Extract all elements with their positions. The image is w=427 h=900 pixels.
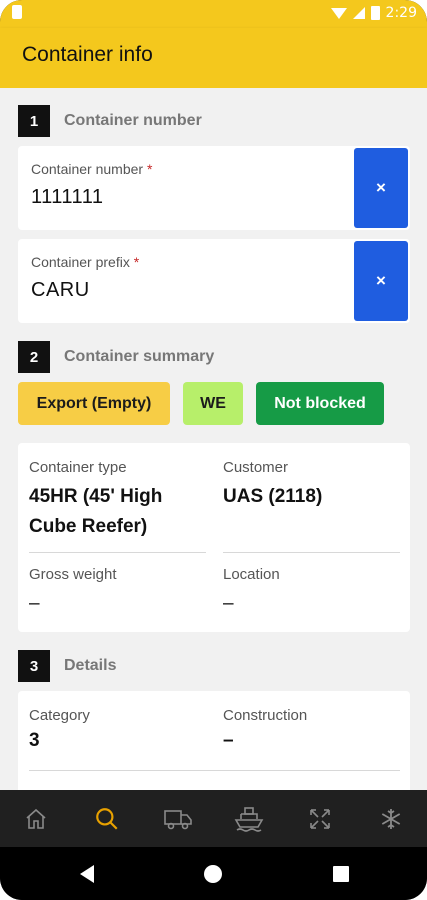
content-scroll-area[interactable]: 1 Container number Container number * 11… (0, 88, 427, 790)
container-number-label: Container number * (31, 161, 152, 177)
home-icon (26, 808, 46, 829)
category-value: 3 (29, 730, 40, 751)
nav-reefer[interactable] (366, 799, 416, 839)
expand-icon (310, 808, 331, 829)
divider (29, 552, 206, 553)
close-icon: × (376, 271, 386, 290)
container-summary-card: Container type 45HR (45' High Cube Reefe… (18, 443, 410, 632)
recent-apps-icon[interactable] (333, 866, 349, 882)
clear-container-number-button[interactable]: × (354, 148, 408, 228)
gross-weight-value: – (29, 593, 40, 614)
we-badge: WE (183, 382, 243, 425)
section-title: Container summary (64, 348, 215, 365)
construction-label: Construction (223, 707, 308, 724)
search-icon (95, 807, 118, 830)
truck-icon (164, 809, 192, 829)
container-prefix-value[interactable]: CARU (31, 279, 90, 302)
battery-icon (370, 6, 380, 20)
status-bar: 2:29 (0, 0, 427, 28)
container-prefix-label: Container prefix * (31, 254, 139, 270)
app-bar: Container info (0, 28, 427, 88)
close-icon: × (376, 178, 386, 197)
section-header-container-summary: 2 Container summary (18, 341, 214, 373)
back-icon[interactable] (80, 865, 94, 883)
section-title: Container number (64, 112, 202, 129)
nav-ship[interactable] (224, 799, 274, 839)
container-type-cell: Container type 45HR (45' High Cube Reefe… (29, 459, 209, 542)
ship-icon (234, 806, 264, 832)
notification-icon (12, 5, 22, 19)
field-label-text: Container number (31, 161, 144, 177)
field-label-text: Container prefix (31, 254, 130, 270)
construction-cell: Construction – (223, 707, 403, 756)
divider (29, 770, 400, 771)
location-label: Location (223, 566, 280, 583)
divider (223, 552, 400, 553)
status-chips: Export (Empty) WE Not blocked (18, 382, 384, 425)
customer-value: UAS (2118) (223, 486, 323, 507)
clear-container-prefix-button[interactable]: × (354, 241, 408, 321)
nav-search[interactable] (82, 799, 132, 839)
container-type-value: 45HR (45' High Cube Reefer) (29, 486, 163, 537)
construction-value: – (223, 730, 234, 751)
location-value: – (223, 593, 234, 614)
customer-label: Customer (223, 459, 289, 476)
nav-truck[interactable] (153, 799, 203, 839)
section-title: Details (64, 657, 117, 674)
home-circle-icon[interactable] (204, 865, 222, 883)
location-cell: Location – (223, 566, 403, 619)
system-navigation-bar (0, 847, 427, 900)
device-screen: 2:29 Container info 1 Container number C… (0, 0, 427, 900)
wifi-icon (330, 7, 347, 19)
status-time: 2:29 (385, 5, 417, 21)
container-prefix-field[interactable]: Container prefix * CARU × (18, 239, 410, 323)
section-header-details: 3 Details (18, 650, 116, 682)
section-number: 2 (18, 341, 50, 373)
export-status-badge: Export (Empty) (18, 382, 170, 425)
gross-weight-label: Gross weight (29, 566, 117, 583)
nav-home[interactable] (11, 799, 61, 839)
snowflake-icon (382, 808, 401, 829)
customer-cell: Customer UAS (2118) (223, 459, 403, 512)
container-number-field[interactable]: Container number * 1111111 × (18, 146, 410, 230)
section-number: 3 (18, 650, 50, 682)
required-mark: * (133, 254, 140, 270)
section-number: 1 (18, 105, 50, 137)
page-title: Container info (22, 43, 153, 66)
required-mark: * (146, 161, 153, 177)
details-card: Category 3 Construction – (18, 691, 410, 790)
container-number-value[interactable]: 1111111 (31, 186, 103, 209)
container-type-label: Container type (29, 459, 127, 476)
signal-icon (352, 7, 365, 19)
bottom-navigation (0, 790, 427, 847)
category-label: Category (29, 707, 90, 724)
gross-weight-cell: Gross weight – (29, 566, 209, 619)
category-cell: Category 3 (29, 707, 209, 756)
section-header-container-number: 1 Container number (18, 105, 202, 137)
nav-expand[interactable] (295, 799, 345, 839)
blocked-status-badge: Not blocked (256, 382, 384, 425)
